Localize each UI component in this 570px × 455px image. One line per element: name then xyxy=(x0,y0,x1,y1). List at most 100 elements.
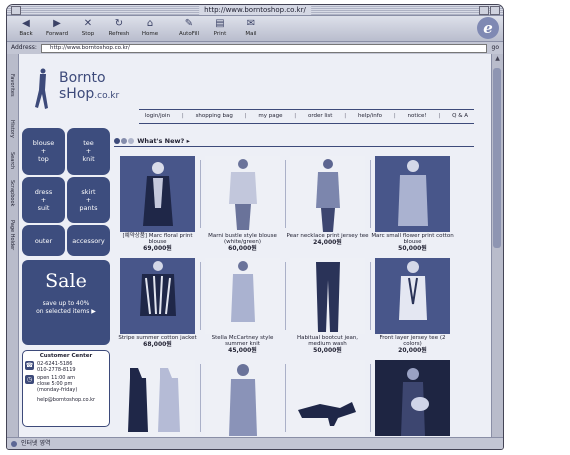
product-card[interactable]: Stella McCartney style summer knit 45,00… xyxy=(200,257,286,359)
product-price: 50,000원 xyxy=(313,347,342,354)
autofill-icon: ✎ xyxy=(184,18,194,29)
product-photo[interactable] xyxy=(290,258,365,334)
scroll-up-icon[interactable]: ▲ xyxy=(492,54,503,64)
hours-days: (monday-friday) xyxy=(37,387,78,393)
phone-2: 010-2778-8119 xyxy=(37,367,76,373)
product-photo[interactable] xyxy=(375,360,450,436)
refresh-button[interactable]: ↻ Refresh xyxy=(104,17,134,38)
zone-icon xyxy=(11,441,17,447)
product-photo[interactable] xyxy=(120,360,195,436)
product-card[interactable]: Marc small flower print cotton blouse 50… xyxy=(370,155,455,257)
print-button[interactable]: ▤ Print xyxy=(205,17,235,38)
product-price: 24,000원 xyxy=(313,239,342,246)
sale-banner[interactable]: Sale save up to 40% on selected items ▶ xyxy=(22,260,110,345)
product-price: 69,000원 xyxy=(143,245,172,252)
nav-shopping-bag[interactable]: shopping bag xyxy=(196,110,233,123)
vertical-scrollbar[interactable]: ▲ xyxy=(491,54,503,437)
clock-icon: ◷ xyxy=(25,375,34,384)
print-icon: ▤ xyxy=(215,18,225,29)
top-navigation: login/join | shopping bag | my page | order… xyxy=(139,109,474,124)
logo-line-1: Bornto xyxy=(59,70,106,86)
forward-arrow-icon: ▶ xyxy=(53,18,61,29)
product-photo[interactable] xyxy=(205,156,280,232)
customer-center: Customer Center ☎ 02-6241-5186 010-2778-81… xyxy=(22,350,110,427)
nav-help-info[interactable]: help/info xyxy=(358,110,382,123)
bullet-icon xyxy=(128,138,134,144)
scroll-thumb[interactable] xyxy=(493,68,501,248)
nav-my-page[interactable]: my page xyxy=(258,110,282,123)
product-name: Habitual bootcut jean, medium wash xyxy=(296,335,359,347)
nav-qna[interactable]: Q & A xyxy=(452,110,468,123)
product-price: 60,000원 xyxy=(228,245,257,252)
explorer-side-tabs: Favorites History Search Scrapbook Page … xyxy=(7,54,19,437)
product-card[interactable]: Front layer jersey tee (2 colors) 20,000… xyxy=(370,257,455,359)
collapse-box-icon[interactable] xyxy=(490,6,500,15)
customer-center-title: Customer Center xyxy=(39,353,93,359)
category-blouse-top[interactable]: blouse + top xyxy=(22,128,65,175)
product-name: Marni bustle style blouse (white/green) xyxy=(208,233,277,245)
product-card[interactable]: Pear necklace print jersey tee 24,000원 xyxy=(285,155,371,257)
home-button[interactable]: ⌂ Home xyxy=(135,17,165,38)
product-name: Marc small flower print cotton blouse xyxy=(371,233,454,245)
status-bar: 인터넷 영역 xyxy=(7,437,503,449)
product-price: 68,000원 xyxy=(143,341,172,348)
title-bar[interactable]: http://www.borntoshop.co.kr/ xyxy=(7,5,503,16)
site-logo[interactable]: Bornto sHop.co.kr xyxy=(59,70,119,104)
category-menu: blouse + top tee + knit dress + suit ski… xyxy=(22,128,110,256)
browser-window: http://www.borntoshop.co.kr/ ◀ Back ▶ Forw… xyxy=(6,4,504,450)
product-card[interactable] xyxy=(370,359,455,437)
zoom-box-icon[interactable] xyxy=(479,6,489,15)
stop-icon: ✕ xyxy=(83,18,93,29)
tab-page-holder[interactable]: Page Holder xyxy=(9,220,15,250)
back-button[interactable]: ◀ Back xyxy=(11,17,41,38)
mail-icon: ✉ xyxy=(246,18,256,29)
category-tee-knit[interactable]: tee + knit xyxy=(67,128,110,175)
product-card[interactable] xyxy=(200,359,286,437)
ie-logo-icon: e xyxy=(477,17,499,39)
product-card[interactable]: Marni bustle style blouse (white/green) … xyxy=(200,155,286,257)
product-photo[interactable] xyxy=(290,360,365,436)
product-photo[interactable] xyxy=(120,258,195,334)
go-button[interactable]: go xyxy=(492,42,499,54)
sale-line-2: on selected items ▶ xyxy=(36,308,96,315)
tab-history[interactable]: History xyxy=(9,120,15,138)
autofill-button[interactable]: ✎ AutoFill xyxy=(174,17,204,38)
product-photo[interactable] xyxy=(205,258,280,334)
product-card[interactable] xyxy=(285,359,371,437)
product-card[interactable] xyxy=(115,359,201,437)
nav-notice[interactable]: notice! xyxy=(407,110,426,123)
product-card[interactable]: [예약상품] Marc floral print blouse 69,000원 xyxy=(115,155,201,257)
product-photo[interactable] xyxy=(120,156,195,232)
sale-line-1: save up to 40% xyxy=(42,300,90,307)
category-accessory[interactable]: accessory xyxy=(67,225,110,256)
category-dress-suit[interactable]: dress + suit xyxy=(22,176,65,224)
product-photo[interactable] xyxy=(375,156,450,232)
nav-order-list[interactable]: order list xyxy=(308,110,333,123)
back-arrow-icon: ◀ xyxy=(22,18,30,29)
tab-scrapbook[interactable]: Scrapbook xyxy=(9,180,15,206)
product-name: [예약상품] Marc floral print blouse xyxy=(122,233,193,245)
product-card[interactable]: Stripe summer cotton jacket 68,000원 xyxy=(115,257,201,359)
status-text: 인터넷 영역 xyxy=(21,440,51,447)
address-input[interactable]: http://www.borntoshop.co.kr/ xyxy=(41,44,487,53)
mail-button[interactable]: ✉ Mail xyxy=(236,17,266,38)
product-photo[interactable] xyxy=(290,156,365,232)
forward-button[interactable]: ▶ Forward xyxy=(42,17,72,38)
category-outer[interactable]: outer xyxy=(22,225,65,256)
nav-login-join[interactable]: login/join xyxy=(145,110,170,123)
product-card[interactable]: Habitual bootcut jean, medium wash 50,00… xyxy=(285,257,371,359)
product-price: 20,000원 xyxy=(398,347,427,354)
product-photo[interactable] xyxy=(205,360,280,436)
tab-search[interactable]: Search xyxy=(9,152,15,169)
product-name: Stella McCartney style summer knit xyxy=(211,335,274,347)
product-photo[interactable] xyxy=(375,258,450,334)
stop-button[interactable]: ✕ Stop xyxy=(73,17,103,38)
category-skirt-pants[interactable]: skirt + pants xyxy=(67,176,110,224)
phone-icon: ☎ xyxy=(25,361,34,370)
sale-title: Sale xyxy=(45,270,87,292)
tab-favorites[interactable]: Favorites xyxy=(9,74,15,97)
support-email-link[interactable]: help@borntoshop.co.kr xyxy=(25,397,107,403)
whats-new-heading: What's New? ▸ xyxy=(114,137,474,147)
close-box-icon[interactable] xyxy=(11,6,21,15)
home-icon: ⌂ xyxy=(146,18,154,29)
